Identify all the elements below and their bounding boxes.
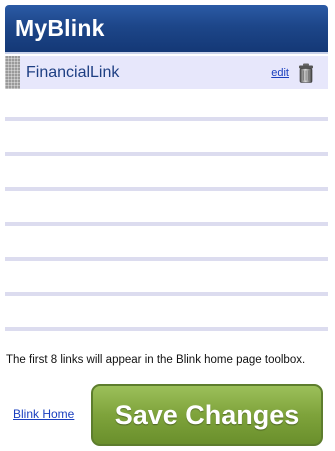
trash-can-icon[interactable]	[298, 63, 314, 83]
empty-link-slot	[5, 191, 328, 226]
toolbox-note: The first 8 links will appear in the Bli…	[6, 354, 306, 366]
drag-handle-icon[interactable]	[5, 56, 20, 89]
empty-link-slot	[5, 121, 328, 156]
save-changes-label: Save Changes	[114, 399, 300, 430]
link-label: FinancialLink	[26, 63, 120, 81]
edit-link[interactable]: edit	[271, 67, 289, 79]
list-item[interactable]: FinancialLink edit	[5, 56, 328, 89]
empty-link-slot	[5, 89, 328, 121]
panel-header: MyBlink	[5, 5, 328, 54]
empty-link-slot	[5, 296, 328, 331]
empty-link-slot	[5, 226, 328, 261]
myblink-panel: MyBlink FinancialLink edit	[5, 5, 328, 331]
blink-home-link[interactable]: Blink Home	[13, 407, 74, 421]
panel-title: MyBlink	[15, 15, 105, 41]
empty-link-slot	[5, 261, 328, 296]
empty-link-slot	[5, 156, 328, 191]
save-changes-button[interactable]: Save Changes	[91, 384, 323, 446]
links-list: FinancialLink edit	[5, 56, 328, 331]
